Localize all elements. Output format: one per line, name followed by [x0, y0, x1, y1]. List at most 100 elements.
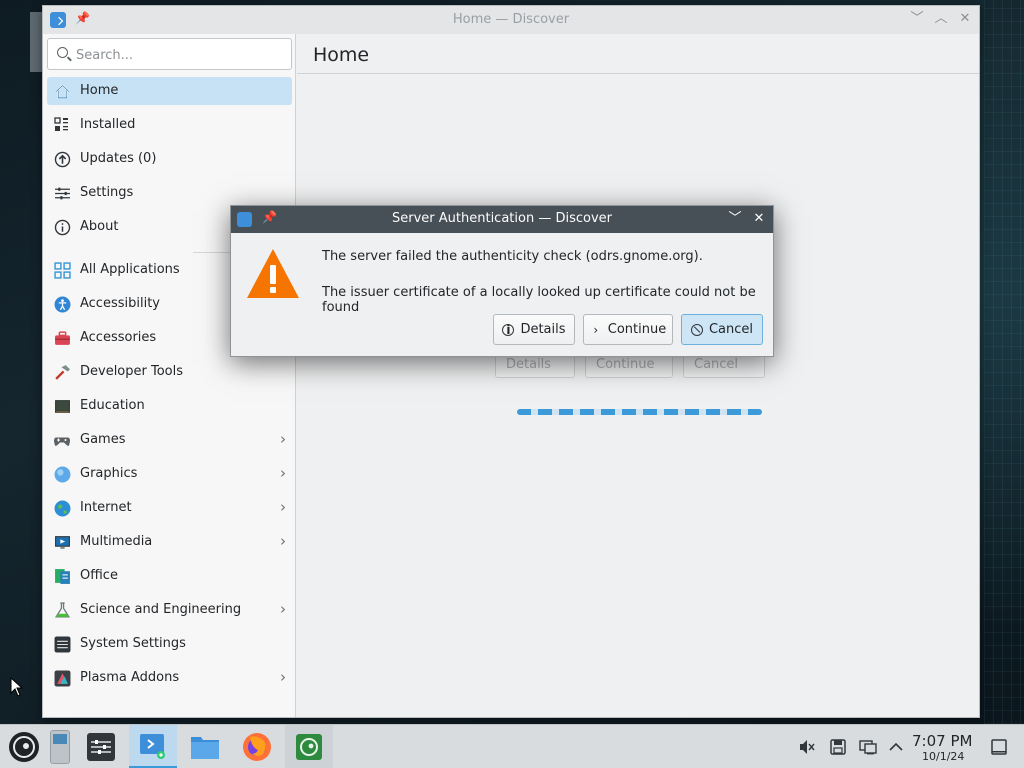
- sidebar-item-label: Graphics: [80, 466, 138, 481]
- sidebar-item-multimedia[interactable]: Multimedia ›: [47, 528, 292, 556]
- accessories-icon: [53, 329, 71, 347]
- application-launcher-icon[interactable]: [0, 725, 48, 768]
- network-icon[interactable]: [859, 738, 877, 756]
- sidebar-item-label: Settings: [80, 185, 134, 200]
- dialog-title: Server Authentication — Discover: [392, 211, 612, 226]
- system-settings-icon: [53, 635, 71, 653]
- search-input[interactable]: [76, 45, 286, 65]
- sidebar-item-installed[interactable]: Installed: [47, 111, 292, 139]
- sidebar-item-developer-tools[interactable]: Developer Tools: [47, 358, 292, 386]
- window-titlebar[interactable]: 📌 Home — Discover ﹀ ︿ ✕: [43, 6, 979, 34]
- cancel-icon: [690, 323, 703, 336]
- minimize-icon[interactable]: ﹀: [725, 209, 745, 229]
- minimize-icon[interactable]: ﹀: [908, 10, 926, 28]
- chevron-right-icon: ›: [280, 600, 286, 618]
- sidebar-item-label: About: [80, 219, 119, 234]
- sidebar-item-label: All Applications: [80, 262, 180, 277]
- sidebar-item-settings[interactable]: Settings: [47, 179, 292, 207]
- info-icon: i: [502, 323, 515, 337]
- home-icon: [53, 82, 71, 100]
- all-applications-icon: [53, 261, 71, 279]
- continue-button[interactable]: › Continue: [583, 314, 673, 345]
- dialog-message-secondary: The issuer certificate of a locally look…: [322, 285, 756, 315]
- sidebar-item-education[interactable]: Education: [47, 392, 292, 420]
- multimedia-icon: [53, 533, 71, 551]
- sidebar-item-label: System Settings: [80, 636, 186, 651]
- storage-icon[interactable]: [829, 738, 847, 756]
- server-authentication-dialog: 📌 Server Authentication — Discover ﹀ ✕ T…: [230, 205, 774, 357]
- search-icon: [57, 47, 68, 58]
- ghost-label: Cancel: [694, 357, 739, 372]
- sidebar-item-label: Plasma Addons: [80, 670, 180, 685]
- sidebar-item-label: Internet: [80, 500, 132, 515]
- sidebar-item-system-settings[interactable]: System Settings: [47, 630, 292, 658]
- loading-progress-bar: [517, 409, 762, 415]
- chevron-right-icon: ›: [280, 464, 286, 482]
- firefox-icon[interactable]: [233, 725, 281, 768]
- file-manager-icon[interactable]: [181, 725, 229, 768]
- dialog-titlebar[interactable]: 📌 Server Authentication — Discover ﹀ ✕: [231, 206, 773, 233]
- chevron-right-icon: ›: [280, 668, 286, 686]
- developer-tools-icon: [53, 363, 71, 381]
- details-button[interactable]: i Details: [493, 314, 575, 345]
- wallpaper-grid-decoration: [984, 0, 1024, 724]
- chevron-right-icon: ›: [593, 322, 599, 337]
- plasma-addons-icon: [53, 669, 71, 687]
- pager-icon[interactable]: [48, 725, 72, 768]
- close-icon[interactable]: ✕: [749, 209, 769, 229]
- sidebar-item-label: Science and Engineering: [80, 602, 242, 617]
- sidebar-item-label: Accessories: [80, 330, 157, 345]
- show-desktop-icon[interactable]: [990, 738, 1008, 756]
- sidebar-item-internet[interactable]: Internet ›: [47, 494, 292, 522]
- graphics-icon: [53, 465, 71, 483]
- header-divider: [297, 73, 979, 74]
- sidebar-item-label: Accessibility: [80, 296, 160, 311]
- chevron-right-icon: ›: [280, 430, 286, 448]
- office-icon: [53, 567, 71, 585]
- ghost-label: Continue: [596, 357, 655, 372]
- sidebar-item-science[interactable]: Science and Engineering ›: [47, 596, 292, 624]
- updates-icon: [53, 150, 71, 168]
- details-label: Details: [520, 322, 566, 337]
- clock-time[interactable]: 7:07 PM: [912, 732, 972, 750]
- clock-date[interactable]: 10/1/24: [922, 750, 964, 763]
- about-icon: [53, 218, 71, 236]
- discover-window: 📌 Home — Discover ﹀ ︿ ✕ Home Installed: [42, 5, 980, 718]
- installed-icon: [53, 116, 71, 134]
- terminal-icon[interactable]: [285, 725, 333, 768]
- sidebar-item-label: Multimedia: [80, 534, 153, 549]
- warning-icon: [247, 249, 299, 298]
- sidebar-item-label: Developer Tools: [80, 364, 184, 379]
- sidebar-item-label: Updates (0): [80, 151, 157, 166]
- accessibility-icon: [53, 295, 71, 313]
- search-field[interactable]: [47, 38, 292, 70]
- sidebar-item-label: Office: [80, 568, 118, 583]
- continue-label: Continue: [607, 322, 667, 337]
- sidebar-item-updates[interactable]: Updates (0): [47, 145, 292, 173]
- sidebar: Home Installed Updates (0) Settings Abou…: [43, 34, 296, 717]
- maximize-icon[interactable]: ︿: [932, 10, 950, 28]
- sidebar-item-plasma-addons[interactable]: Plasma Addons ›: [47, 664, 292, 692]
- sidebar-item-home[interactable]: Home: [47, 77, 292, 105]
- close-icon[interactable]: ✕: [956, 10, 974, 28]
- sidebar-item-label: Installed: [80, 117, 136, 132]
- sidebar-item-office[interactable]: Office: [47, 562, 292, 590]
- page-title: Home: [313, 44, 370, 66]
- sidebar-item-graphics[interactable]: Graphics ›: [47, 460, 292, 488]
- dialog-message-primary: The server failed the authenticity check…: [322, 249, 703, 264]
- expand-tray-icon[interactable]: [887, 738, 905, 756]
- games-icon: [53, 431, 71, 449]
- volume-muted-icon[interactable]: [798, 738, 816, 756]
- settings-icon: [53, 184, 71, 202]
- cancel-button[interactable]: Cancel: [681, 314, 763, 345]
- discover-icon[interactable]: [129, 725, 177, 768]
- loading-progress-fill: [517, 409, 762, 415]
- system-settings-icon[interactable]: [77, 725, 125, 768]
- cancel-label: Cancel: [708, 322, 754, 337]
- sidebar-item-games[interactable]: Games ›: [47, 426, 292, 454]
- taskbar: 7:07 PM 10/1/24: [0, 724, 1024, 768]
- ghost-label: Details: [506, 357, 552, 372]
- chevron-right-icon: ›: [280, 498, 286, 516]
- main-content: Home Details Continue Cancel: [297, 34, 979, 717]
- sidebar-item-label: Games: [80, 432, 126, 447]
